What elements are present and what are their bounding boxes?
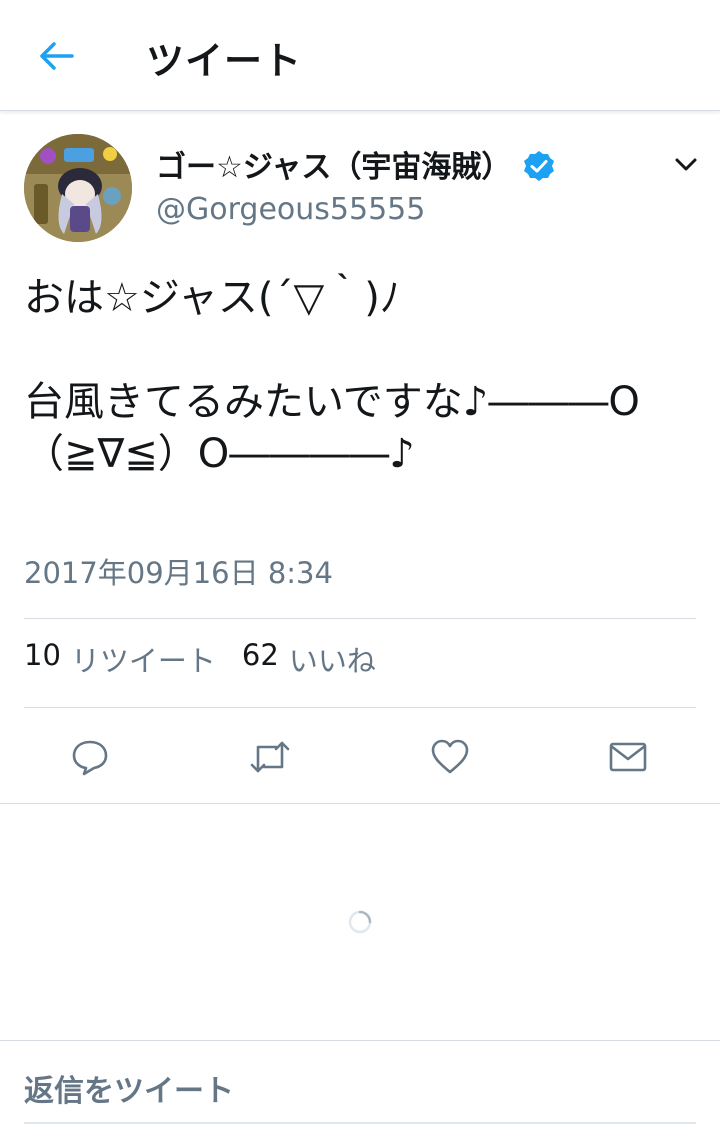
reply-button[interactable] xyxy=(68,735,112,779)
chevron-down-icon xyxy=(675,158,697,171)
reply-input-underline xyxy=(24,1122,696,1124)
author-name[interactable]: ゴー☆ジャス（宇宙海賊） xyxy=(156,142,511,186)
avatar[interactable] xyxy=(24,134,132,242)
verified-badge-icon xyxy=(524,151,554,181)
loading-spinner-icon xyxy=(348,910,372,934)
retweet-count[interactable]: 10 xyxy=(24,638,61,680)
tweet-timestamp[interactable]: 2017年09月16日 8:34 xyxy=(24,550,333,592)
divider xyxy=(24,707,696,708)
heart-icon xyxy=(431,739,469,774)
app-header: ツイート xyxy=(0,0,720,111)
retweet-icon xyxy=(250,741,290,773)
tweet-stats: 10 リツイート 62 いいね xyxy=(24,638,402,680)
like-count[interactable]: 62 xyxy=(242,638,279,680)
avatar-image xyxy=(24,134,132,242)
retweet-button[interactable] xyxy=(248,735,292,779)
reply-input[interactable]: 返信をツイート xyxy=(24,1066,234,1110)
divider xyxy=(0,803,720,804)
direct-message-button[interactable] xyxy=(606,735,650,779)
divider xyxy=(24,618,696,619)
reply-icon xyxy=(72,740,108,776)
author-handle[interactable]: @Gorgeous55555 xyxy=(156,192,425,227)
page-title: ツイート xyxy=(146,39,303,83)
back-arrow-icon xyxy=(40,42,74,70)
envelope-icon xyxy=(609,742,647,772)
divider xyxy=(0,1040,720,1041)
tweet-menu-button[interactable] xyxy=(668,150,704,180)
back-button[interactable] xyxy=(34,34,78,78)
retweet-label[interactable]: リツイート xyxy=(71,638,216,680)
like-button[interactable] xyxy=(428,735,472,779)
like-label[interactable]: いいね xyxy=(289,638,376,680)
tweet-text: おは☆ジャス(´▽｀)ﾉ 台風きてるみたいですな♪―――O（≧∇≦）O――――♪ xyxy=(24,275,640,477)
